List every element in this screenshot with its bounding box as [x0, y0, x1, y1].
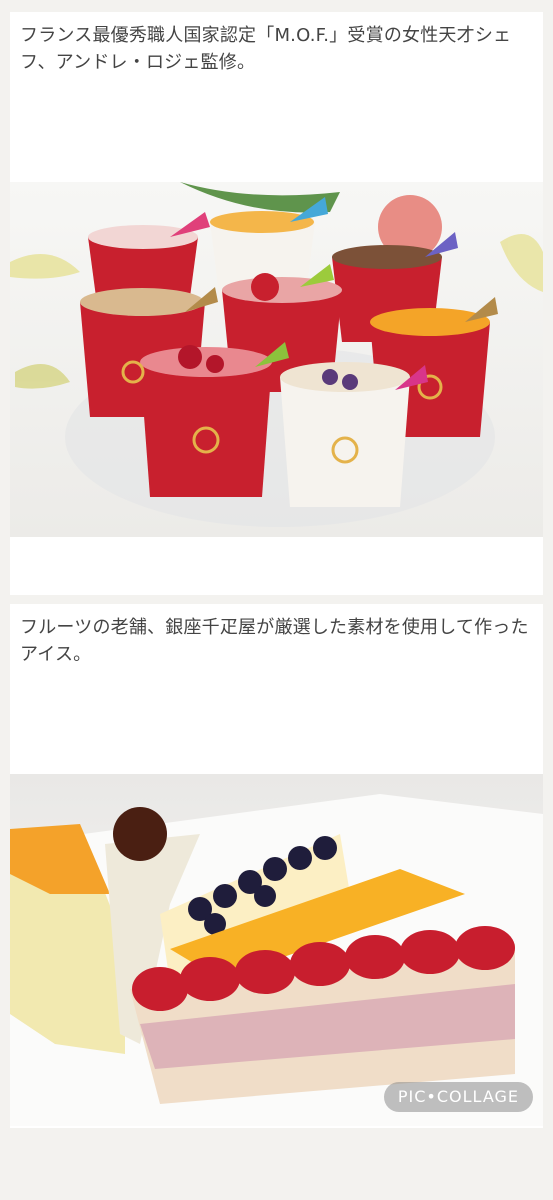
pic-collage-watermark: PIC•COLLAGE	[383, 1082, 533, 1112]
post-caption: フルーツの老舗、銀座千疋屋が厳選した素材を使用して作ったアイス。	[20, 617, 529, 665]
post-caption: フランス最優秀職人国家認定「M.O.F.」受賞の女性天才シェフ、アンドレ・ロジェ…	[20, 25, 512, 73]
post-card-2: フルーツの老舗、銀座千疋屋が厳選した素材を使用して作ったアイス。 PIC•COL…	[10, 604, 543, 1128]
ice-cream-cups-photo	[10, 182, 543, 537]
cup-red	[140, 347, 272, 497]
fruit-ice-cakes-photo: PIC•COLLAGE	[10, 774, 543, 1126]
post-card-1: フランス最優秀職人国家認定「M.O.F.」受賞の女性天才シェフ、アンドレ・ロジェ…	[10, 12, 543, 595]
